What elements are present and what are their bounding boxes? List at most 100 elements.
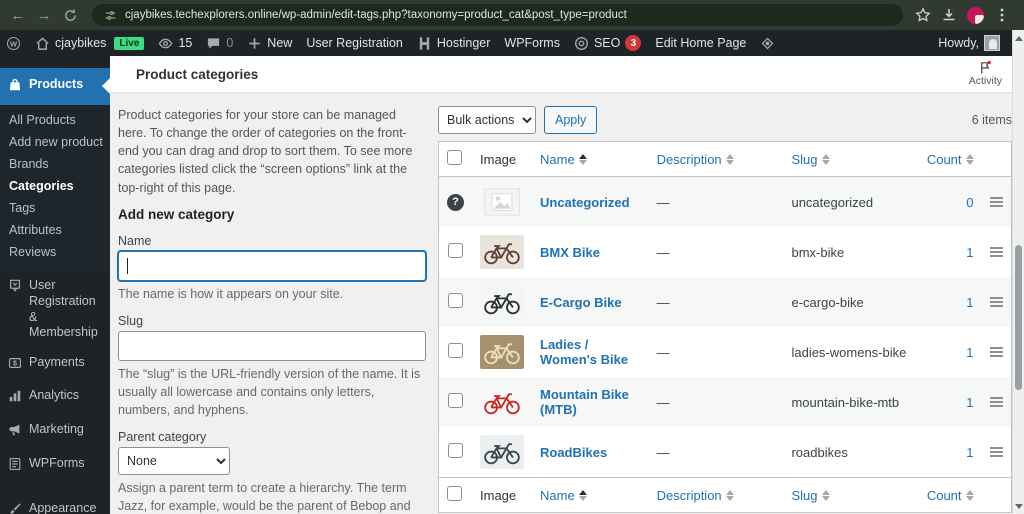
sort-arrows-icon [578, 489, 587, 501]
reload-icon[interactable] [60, 5, 80, 25]
sidebar-item-woocommerce[interactable]: WooCommerce [0, 56, 110, 68]
category-count-link[interactable]: 1 [966, 395, 973, 410]
url-text: cjaybikes.techexplorers.online/wp-admin/… [125, 9, 627, 21]
sidebar-subitem-brands[interactable]: Brands [0, 153, 110, 175]
category-name-link[interactable]: RoadBikes [540, 445, 607, 460]
sort-by-name[interactable]: Name [540, 488, 587, 503]
svg-text:W: W [10, 39, 18, 48]
row-checkbox[interactable] [448, 393, 463, 408]
row-checkbox[interactable] [448, 243, 463, 258]
adminbar-hostinger-menu[interactable]: Hostinger [417, 36, 490, 51]
items-count-top: 6 items [971, 113, 1012, 127]
sort-by-name[interactable]: Name [540, 152, 587, 167]
sidebar-subitem-all-products[interactable]: All Products [0, 109, 110, 131]
drag-handle-icon[interactable] [989, 347, 1003, 357]
sidebar-item-user-registration-membership[interactable]: User Registration & Membership [0, 271, 110, 348]
url-bar[interactable]: cjaybikes.techexplorers.online/wp-admin/… [92, 4, 903, 26]
adminbar-user-registration-menu[interactable]: User Registration [306, 36, 403, 50]
sidebar-item-label: Marketing [29, 422, 84, 436]
back-icon[interactable]: ← [8, 5, 28, 25]
sidebar-item-appearance[interactable]: Appearance [0, 494, 110, 514]
adminbar-comments-count[interactable]: 0 [206, 36, 233, 51]
site-settings-icon[interactable] [104, 9, 117, 22]
sidebar-item-marketing[interactable]: Marketing [0, 415, 110, 449]
drag-handle-icon[interactable] [989, 297, 1003, 307]
category-name-input[interactable] [118, 250, 426, 281]
select-all-checkbox-bottom[interactable] [447, 486, 462, 501]
category-count-link[interactable]: 1 [966, 345, 973, 360]
name-help-text: The name is how it appears on your site. [118, 286, 344, 301]
browser-profile-avatar[interactable] [967, 6, 984, 24]
select-all-checkbox-top[interactable] [447, 150, 462, 165]
page-scrollbar[interactable] [1012, 30, 1024, 514]
sidebar-item-wpforms[interactable]: WPForms [0, 449, 110, 483]
category-name-link[interactable]: Uncategorized [540, 195, 630, 210]
drag-handle-icon[interactable] [989, 397, 1003, 407]
category-count-link[interactable]: 0 [966, 195, 973, 210]
scrollbar-thumb[interactable] [1015, 245, 1022, 390]
sort-by-slug[interactable]: Slug [791, 488, 830, 503]
adminbar-site-name[interactable]: cjaybikes [35, 36, 106, 51]
row-checkbox[interactable] [448, 293, 463, 308]
adminbar-wpforms-menu[interactable]: WPForms [504, 36, 560, 50]
adminbar-live-badge[interactable]: Live [114, 36, 145, 50]
woocommerce-header: Product categories Activity [110, 56, 1024, 92]
scrollbar-down-arrow-icon[interactable] [1013, 500, 1024, 512]
category-name-link[interactable]: BMX Bike [540, 245, 600, 260]
category-name-link[interactable]: Mountain Bike (MTB) [540, 387, 629, 417]
category-count-link[interactable]: 1 [966, 445, 973, 460]
categories-table-panel: Bulk actions Apply 6 items Image Name Desc… [438, 106, 1012, 514]
category-name-link[interactable]: Ladies / Women's Bike [540, 337, 628, 367]
category-count-link[interactable]: 1 [966, 295, 973, 310]
adminbar-wp-logo[interactable]: W [6, 36, 21, 51]
download-icon[interactable] [941, 7, 957, 23]
sort-arrows-icon [725, 489, 734, 501]
activity-button[interactable]: Activity [969, 60, 1002, 88]
sort-by-slug[interactable]: Slug [791, 152, 830, 167]
apply-button-top[interactable]: Apply [544, 106, 598, 134]
sort-by-description[interactable]: Description [657, 488, 734, 503]
forward-icon[interactable]: → [34, 5, 54, 25]
live-badge: Live [114, 36, 145, 50]
sort-by-count[interactable]: Count [927, 152, 974, 167]
category-name-link[interactable]: E-Cargo Bike [540, 295, 622, 310]
drag-handle-icon[interactable] [989, 197, 1003, 207]
browser-chrome: ← → cjaybikes.techexplorers.online/wp-ad… [0, 0, 1024, 30]
howdy-account[interactable]: Howdy, [938, 35, 1000, 51]
adminbar-views-count[interactable]: 15 [158, 36, 192, 51]
sidebar-menu: User Registration & Membership $ Payments A… [0, 271, 110, 514]
svg-text:$: $ [13, 358, 18, 367]
default-category-help-icon[interactable]: ? [447, 193, 464, 211]
row-checkbox[interactable] [448, 343, 463, 358]
category-slug-input[interactable] [118, 330, 426, 361]
sort-by-description[interactable]: Description [657, 152, 734, 167]
wp-sidebar: WooCommerce Products All ProductsAdd new… [0, 56, 110, 514]
browser-menu-icon[interactable] [994, 7, 1010, 23]
bulk-actions-select-top[interactable]: Bulk actions [438, 106, 536, 134]
adminbar-seo-menu[interactable]: SEO 3 [574, 35, 642, 51]
sidebar-subitem-reviews[interactable]: Reviews [0, 241, 110, 263]
sidebar-item-analytics[interactable]: Analytics [0, 381, 110, 415]
sort-by-count[interactable]: Count [927, 488, 974, 503]
parent-category-select[interactable]: None [118, 447, 230, 476]
adminbar-label: cjaybikes [55, 36, 107, 50]
sidebar-subitem-tags[interactable]: Tags [0, 197, 110, 219]
scrollbar-up-arrow-icon[interactable] [1013, 32, 1024, 44]
adminbar-new-menu[interactable]: New [247, 36, 292, 51]
products-bag-icon [8, 77, 22, 97]
row-checkbox[interactable] [448, 443, 463, 458]
sidebar-subitem-categories[interactable]: Categories [0, 175, 110, 197]
page-title: Product categories [136, 66, 259, 82]
sidebar-subitem-attributes[interactable]: Attributes [0, 219, 110, 241]
adminbar-plugin-diamond[interactable] [760, 36, 775, 51]
sidebar-item-products[interactable]: Products [0, 67, 110, 106]
drag-handle-icon[interactable] [989, 447, 1003, 457]
sidebar-subitem-add-new-product[interactable]: Add new product [0, 131, 110, 153]
bookmark-star-icon[interactable] [915, 7, 931, 23]
sidebar-item-payments[interactable]: $ Payments [0, 348, 110, 382]
drag-handle-icon[interactable] [989, 247, 1003, 257]
column-header-image: Image [472, 477, 532, 513]
adminbar-edit-home-page[interactable]: Edit Home Page [655, 36, 746, 50]
slug-label: Slug [118, 313, 144, 328]
category-count-link[interactable]: 1 [966, 245, 973, 260]
